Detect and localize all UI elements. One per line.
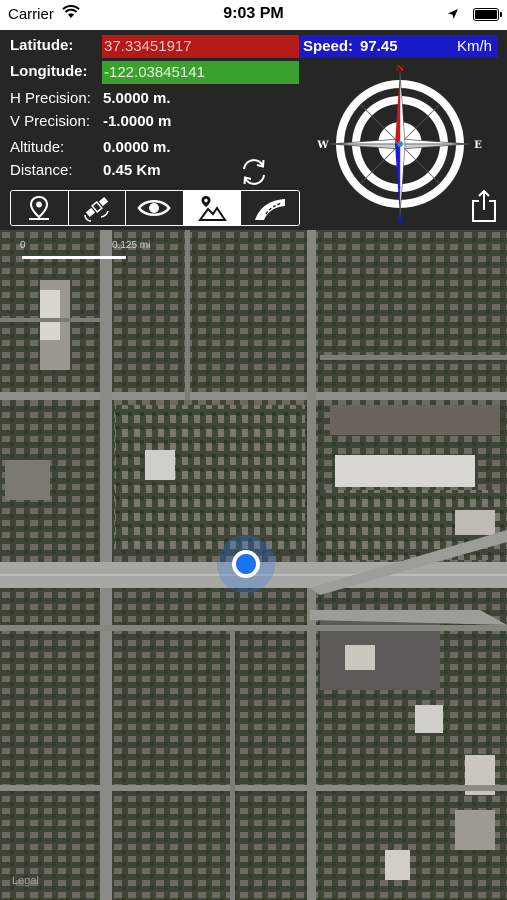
v-precision-value: -1.0000 m — [103, 113, 172, 130]
distance-value: 0.45 Km — [103, 162, 161, 179]
speed-label: Speed: — [303, 38, 354, 55]
longitude-value: -122.03845141 — [102, 61, 299, 84]
latitude-value: 37.33451917 — [102, 35, 299, 58]
satellite-button[interactable] — [68, 191, 127, 225]
distance-label: Distance: — [10, 162, 73, 179]
map-mode-toolbar — [10, 190, 300, 226]
refresh-button[interactable] — [236, 154, 272, 190]
status-bar: Carrier 9:03 PM — [0, 0, 507, 30]
map-scale-bar: 0 0.125 mi — [20, 238, 180, 268]
eye-icon — [137, 200, 171, 216]
map-pin-icon — [29, 195, 50, 220]
compass: N S E W — [315, 63, 485, 226]
v-precision-label: V Precision: — [10, 113, 91, 130]
altitude-label: Altitude: — [10, 139, 65, 156]
speed-display: Speed: 97.45 Km/h — [300, 35, 498, 58]
road-icon — [255, 199, 286, 220]
hybrid-map-button[interactable] — [183, 191, 242, 225]
scale-bar — [22, 256, 126, 259]
battery-icon — [473, 8, 502, 21]
compass-rose-icon: N S E W — [316, 63, 482, 226]
h-precision-label: H Precision: — [10, 90, 91, 107]
clock: 9:03 PM — [223, 5, 284, 22]
altitude-value: 0.0000 m. — [103, 139, 171, 156]
share-icon — [472, 189, 496, 222]
refresh-icon — [243, 159, 265, 185]
compass-west: W — [316, 140, 329, 151]
legal-link[interactable]: Legal — [12, 875, 39, 887]
speed-value: 97.45 — [360, 38, 398, 55]
satellite-icon — [84, 196, 109, 222]
scale-end-label: 0.125 mi — [112, 240, 151, 251]
share-button[interactable] — [470, 188, 498, 224]
scale-start-label: 0 — [20, 240, 26, 251]
user-location-marker[interactable] — [217, 535, 275, 593]
compass-north: N — [395, 65, 404, 74]
h-precision-value: 5.0000 m. — [103, 90, 171, 107]
hybrid-map-icon — [198, 196, 227, 221]
compass-east: E — [474, 140, 482, 151]
location-services-icon — [447, 7, 459, 25]
satellite-map[interactable]: 0 0.125 mi Legal — [0, 230, 507, 900]
road-button[interactable] — [241, 191, 299, 225]
gps-info-panel: Latitude: 37.33451917 Longitude: -122.03… — [0, 30, 507, 230]
longitude-label: Longitude: — [10, 63, 88, 80]
latitude-label: Latitude: — [10, 37, 74, 54]
user-location-dot — [232, 550, 260, 578]
map-pin-button[interactable] — [11, 191, 69, 225]
view-button[interactable] — [126, 191, 184, 225]
speed-unit: Km/h — [456, 38, 492, 55]
compass-south: S — [396, 215, 403, 223]
